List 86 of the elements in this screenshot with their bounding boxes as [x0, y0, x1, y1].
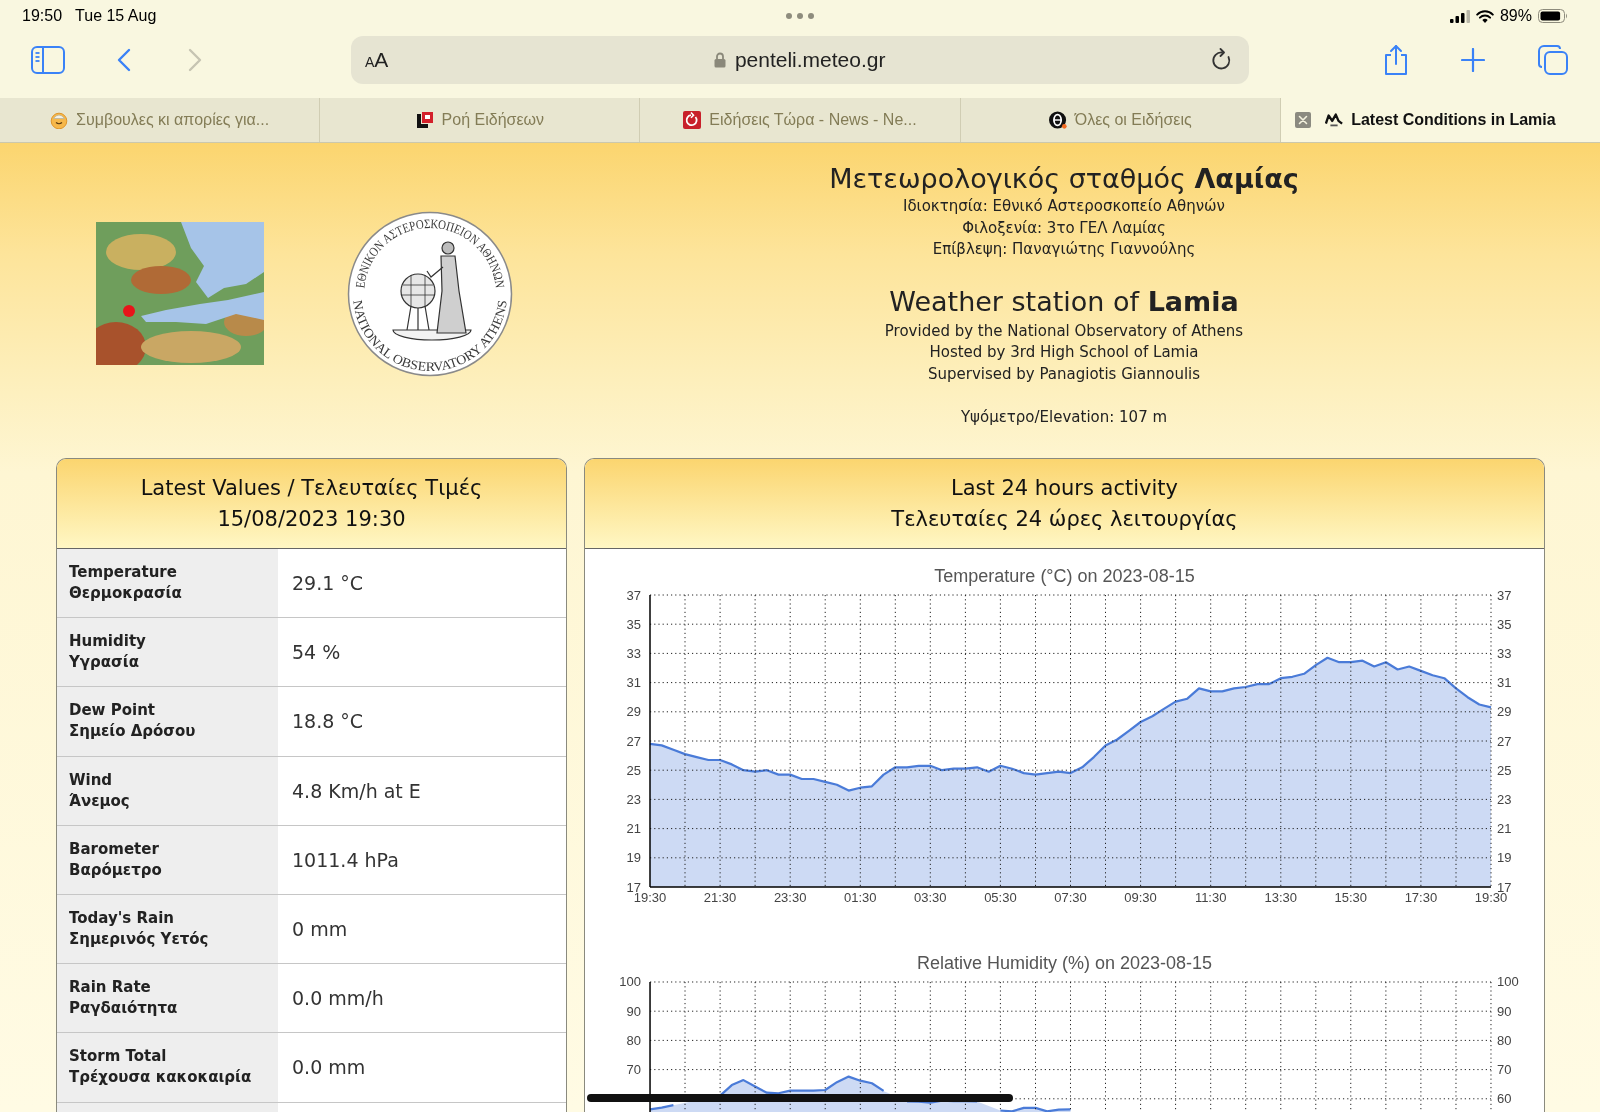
axis-tick-label: 31	[1497, 675, 1512, 691]
station-info-line: Επίβλεψη: Παναγιώτης Γιαννούλης	[931, 239, 1197, 260]
axis-tick-label: 19	[1497, 850, 1512, 866]
block-logo-icon	[415, 111, 434, 129]
axis-tick-label: 19	[626, 850, 641, 866]
multitasking-dots-icon[interactable]	[785, 12, 815, 20]
battery-percentage: 89%	[1499, 7, 1532, 25]
cellular-signal-icon	[1449, 9, 1470, 23]
station-title: Μετεωρολογικός σταθμός Λαμίας	[828, 162, 1300, 196]
station-info-line: Provided by the National Observatory of Athens	[883, 320, 1245, 342]
axis-tick-label: 31	[626, 675, 641, 691]
panel-title: Last 24 hours activity	[951, 474, 1178, 502]
status-time: 19:50	[22, 7, 63, 25]
axis-tick-label: 80	[626, 1032, 642, 1048]
axis-tick-label: 05:30	[984, 890, 1017, 905]
reload-icon[interactable]	[1211, 48, 1233, 72]
axis-tick-label: 21	[626, 821, 641, 837]
axis-tick-label: 11:30	[1194, 890, 1227, 905]
close-icon[interactable]	[1294, 112, 1311, 128]
axis-tick-label: 80	[1496, 1032, 1512, 1048]
ring-logo-icon	[1048, 111, 1067, 129]
axis-tick-label: 21	[1497, 821, 1512, 837]
address-field[interactable]: AA penteli.meteo.gr	[351, 36, 1249, 84]
axis-tick-label: 21:30	[703, 890, 737, 905]
axis-tick-label: 19:30	[1474, 890, 1508, 905]
axis-tick-label: 29	[1497, 704, 1512, 720]
station-info-line: Ιδιοκτησία: Εθνικό Αστεροσκοπείο Αθηνών	[902, 196, 1226, 217]
axis-tick-label: 70	[1496, 1062, 1512, 1078]
axis-tick-label: 70	[626, 1062, 642, 1078]
axis-tick-label: 35	[626, 616, 641, 632]
axis-tick-label: 100	[1496, 974, 1519, 990]
text-size-button[interactable]: AA	[365, 48, 389, 72]
browser-tab[interactable]: Latest Conditions in Lamia	[1279, 98, 1600, 142]
station-info-line: Hosted by 3rd High School of Lamia	[928, 342, 1200, 363]
axis-tick-label: 37	[1497, 587, 1512, 603]
browser-tab[interactable]: Ροή Ειδήσεων	[319, 98, 640, 142]
axis-tick-label: 27	[1497, 733, 1512, 749]
axis-tick-label: 23:30	[773, 890, 807, 905]
axis-tick-label: 03:30	[914, 890, 947, 905]
back-icon[interactable]	[117, 48, 131, 72]
axis-tick-label: 01:30	[844, 890, 877, 905]
axis-tick-label: 09:30	[1124, 890, 1157, 905]
axis-tick-label: 23	[626, 791, 641, 807]
wifi-icon	[1475, 9, 1494, 23]
axis-tick-label: 37	[626, 587, 641, 603]
axis-tick-label: 90	[1496, 1003, 1512, 1019]
axis-tick-label: 23	[1497, 791, 1512, 807]
tabs-icon[interactable]	[1538, 45, 1568, 75]
station-info-line: Φιλοξενία: 3το ΓΕΛ Λαμίας	[961, 217, 1167, 239]
browser-tab[interactable]: Όλες οι Ειδήσεις	[959, 98, 1280, 142]
axis-tick-label: 17:30	[1404, 890, 1438, 905]
axis-tick-label: 15:30	[1334, 890, 1368, 905]
plus-icon[interactable]	[1461, 48, 1485, 72]
sidebar-icon[interactable]	[31, 46, 65, 74]
axis-tick-label: 27	[626, 733, 641, 749]
axis-tick-label: 35	[1497, 616, 1512, 632]
panel-title: Latest Values / Τελευταίες Τιμές	[140, 474, 483, 502]
browser-tab[interactable]: Συμβουλες κι απορίες για...	[0, 98, 320, 142]
panel-timestamp: 15/08/2023 19:30	[217, 505, 406, 533]
axis-tick-label: 100	[619, 974, 642, 990]
axis-tick-label: 33	[626, 645, 641, 661]
station-title: Weather station of Lamia	[888, 284, 1240, 319]
status-date: Tue 15 Aug	[75, 7, 157, 25]
axis-tick-label: 90	[626, 1003, 642, 1019]
browser-tab[interactable]: Ειδήσεις Τώρα - News - Ne...	[639, 98, 960, 142]
axis-tick-label: 25	[1497, 762, 1512, 778]
station-info-line: Supervised by Panagiotis Giannoulis	[926, 363, 1202, 385]
lock-icon	[713, 52, 726, 68]
axis-tick-label: 07:30	[1054, 890, 1087, 905]
square-logo-icon	[683, 111, 702, 129]
zigzag-logo-icon	[1325, 111, 1344, 129]
chart-title: Temperature (°C) on 2023-08-15	[933, 565, 1196, 587]
axis-tick-label: 25	[626, 762, 641, 778]
share-icon[interactable]	[1383, 44, 1409, 76]
smiley-icon	[50, 111, 69, 129]
axis-tick-label: 19:30	[633, 890, 667, 905]
chart-title: Relative Humidity (%) on 2023-08-15	[915, 952, 1214, 974]
axis-tick-label: 29	[626, 704, 641, 720]
axis-tick-label: 33	[1497, 645, 1512, 661]
panel-title: Τελευταίες 24 ώρες λειτουργίας	[891, 505, 1238, 533]
axis-tick-label: 60	[1496, 1091, 1512, 1107]
url-text: penteli.meteo.gr	[734, 48, 886, 72]
elevation-text: Υψόμετρο/Elevation: 107 m	[959, 407, 1169, 428]
axis-tick-label: 13:30	[1264, 890, 1297, 905]
battery-icon	[1538, 9, 1568, 23]
location-dot-icon	[123, 305, 135, 317]
